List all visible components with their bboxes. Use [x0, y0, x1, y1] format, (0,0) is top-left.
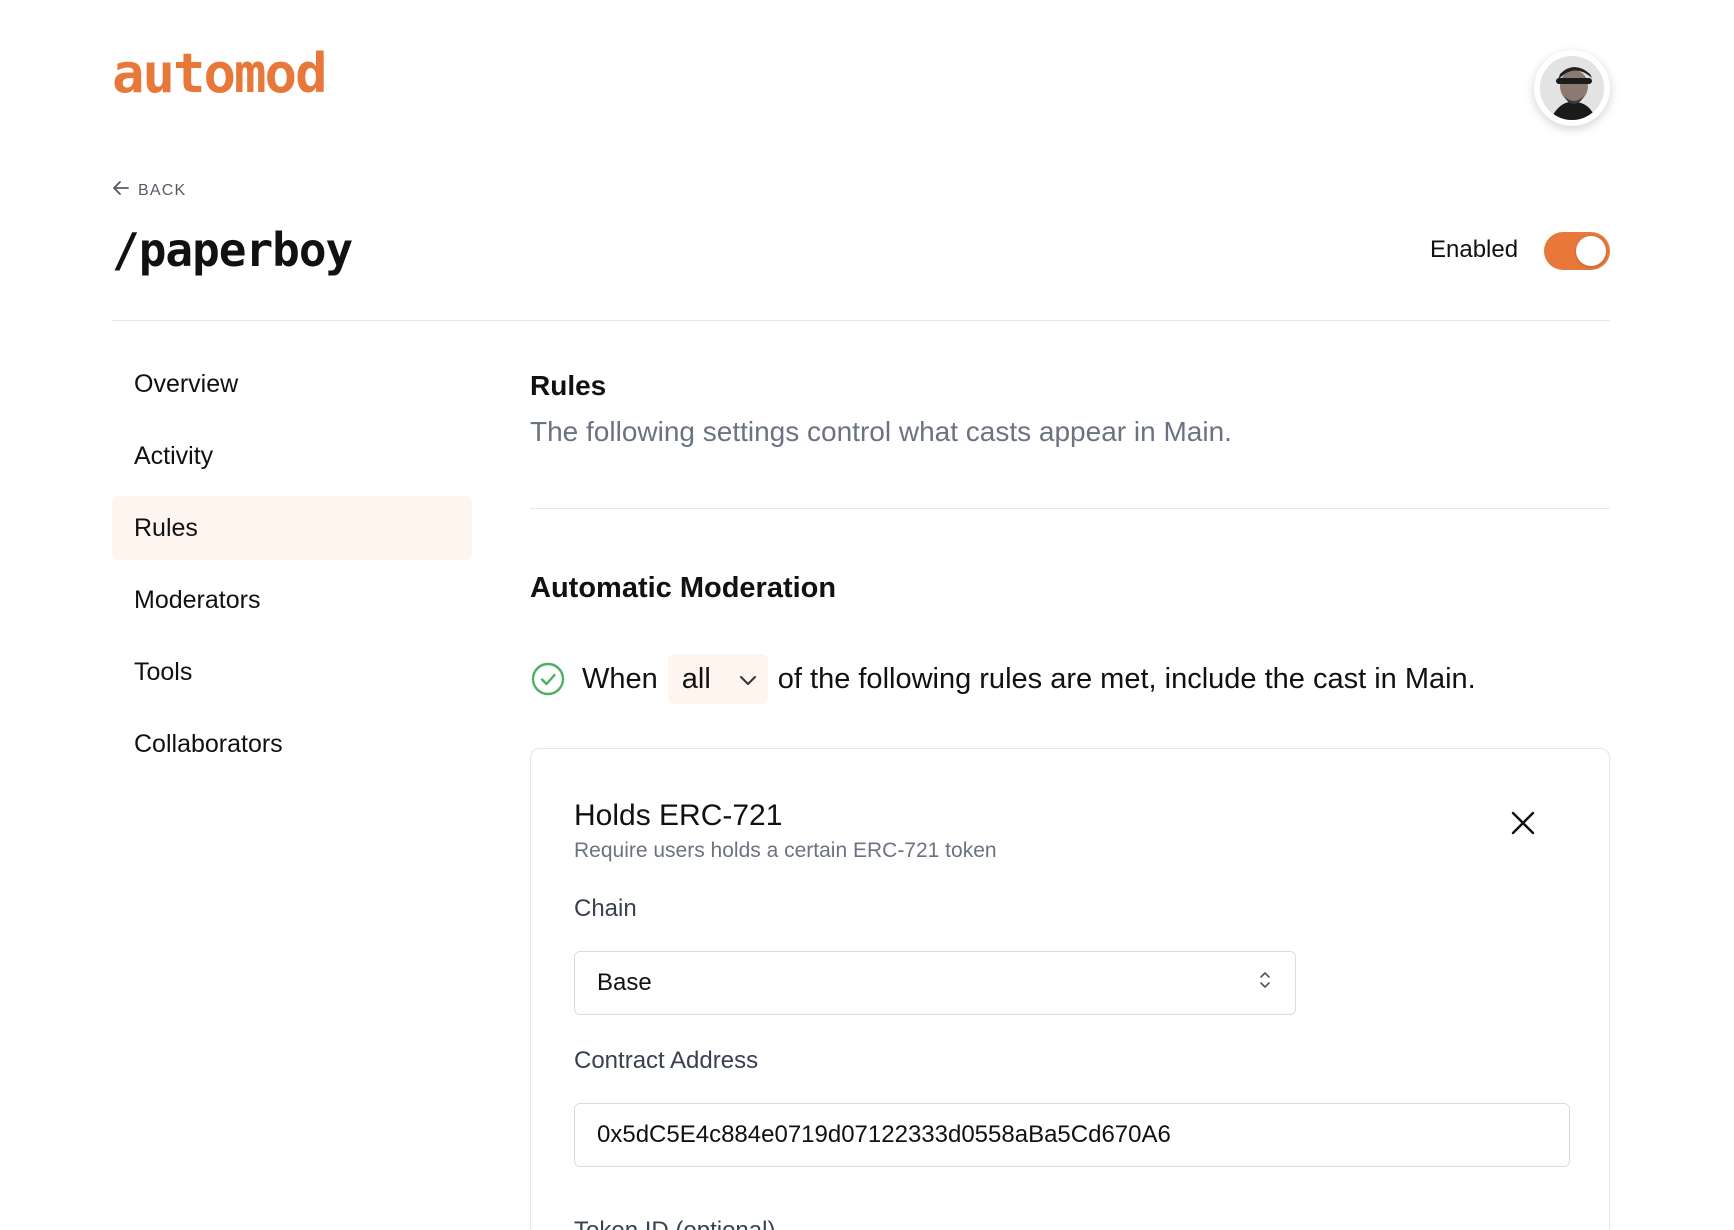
toggle-knob: [1576, 236, 1606, 266]
section-divider: [530, 508, 1610, 509]
when-prefix: When: [582, 662, 658, 695]
back-link[interactable]: BACK: [112, 180, 186, 201]
chain-label: Chain: [574, 895, 637, 922]
sidebar-item-label: Collaborators: [134, 729, 283, 758]
token-id-label: Token ID (optional): [574, 1217, 775, 1230]
rule-title: Holds ERC-721: [574, 799, 783, 832]
when-suffix: of the following rules are met, include …: [777, 662, 1476, 695]
enabled-toggle[interactable]: [1544, 232, 1610, 270]
automod-logo[interactable]: automod: [112, 42, 328, 106]
avatar[interactable]: [1534, 50, 1610, 126]
sidebar-item-activity[interactable]: Activity: [112, 424, 472, 488]
page-title: /paperboy: [112, 223, 353, 277]
arrow-left-icon: [112, 180, 130, 201]
rule-card-erc721: Holds ERC-721 Require users holds a cert…: [530, 748, 1610, 1230]
sidebar-item-collaborators[interactable]: Collaborators: [112, 712, 472, 776]
sidebar-item-label: Activity: [134, 441, 214, 470]
header-divider: [112, 320, 1610, 321]
contract-address-label: Contract Address: [574, 1047, 759, 1074]
sidebar-item-tools[interactable]: Tools: [112, 640, 472, 704]
automatic-moderation-title: Automatic Moderation: [530, 572, 837, 604]
contract-address-input[interactable]: [574, 1103, 1570, 1167]
sidebar: Overview Activity Rules Moderators Tools…: [112, 352, 472, 784]
match-mode-select[interactable]: all: [667, 654, 768, 704]
enabled-label: Enabled: [1430, 236, 1519, 263]
chain-select[interactable]: Base: [574, 951, 1296, 1015]
sidebar-item-label: Rules: [134, 513, 198, 542]
close-icon: [1510, 810, 1536, 841]
sidebar-item-moderators[interactable]: Moderators: [112, 568, 472, 632]
section-title: Rules: [530, 370, 607, 401]
rule-subtitle: Require users holds a certain ERC-721 to…: [574, 839, 997, 862]
match-condition-row: When all of the following rules are met,…: [530, 654, 1476, 704]
sidebar-item-label: Moderators: [134, 585, 261, 614]
match-mode-value: all: [681, 662, 711, 695]
chain-value: Base: [597, 969, 652, 996]
chevron-down-icon: [738, 663, 758, 696]
section-description: The following settings control what cast…: [530, 416, 1232, 447]
avatar-image: [1540, 56, 1604, 120]
sidebar-item-label: Overview: [134, 369, 239, 398]
chevron-up-down-icon: [1257, 969, 1273, 998]
sidebar-item-rules[interactable]: Rules: [112, 496, 472, 560]
check-circle-icon: [530, 661, 566, 697]
rules-header: Rules The following settings control wha…: [530, 370, 1610, 448]
sidebar-item-overview[interactable]: Overview: [112, 352, 472, 416]
remove-rule-button[interactable]: [1507, 809, 1539, 841]
sidebar-item-label: Tools: [134, 657, 193, 686]
back-label: BACK: [138, 181, 187, 199]
